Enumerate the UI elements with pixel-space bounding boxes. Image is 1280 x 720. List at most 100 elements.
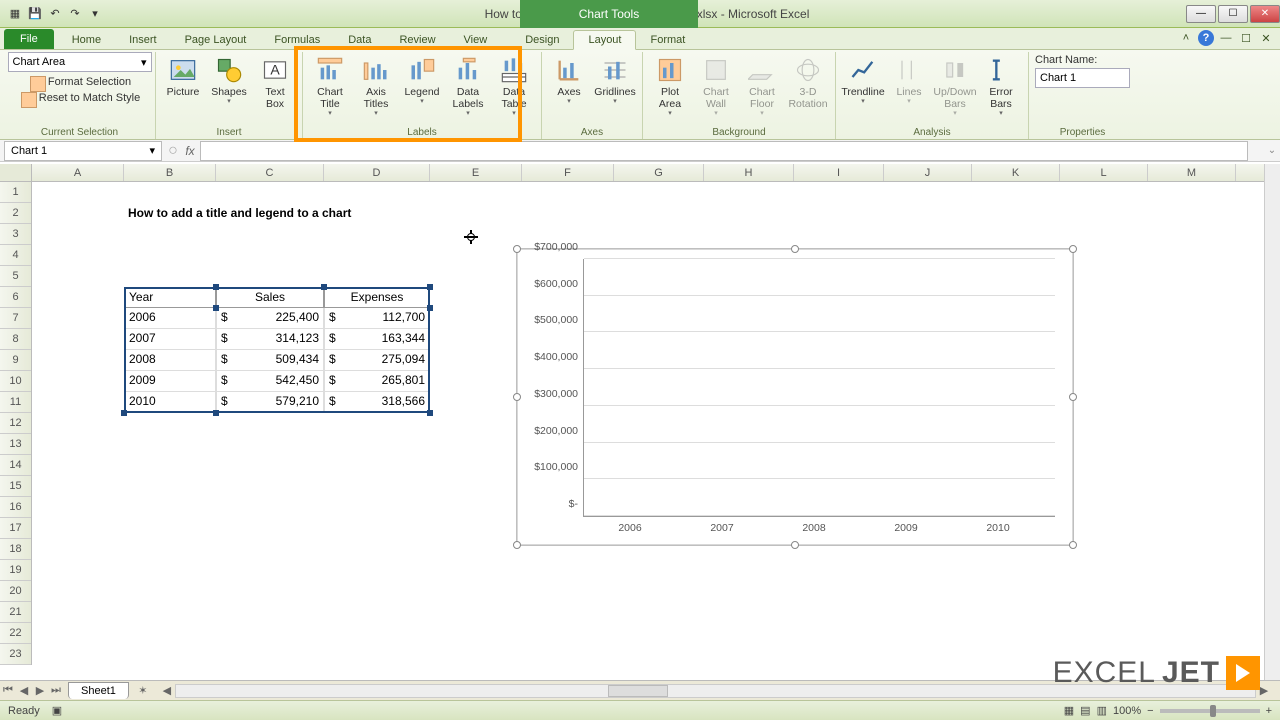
row-header[interactable]: 13 [0, 434, 31, 455]
row-header[interactable]: 9 [0, 350, 31, 371]
tab-design[interactable]: Design [511, 31, 573, 49]
help-icon[interactable]: ? [1198, 30, 1214, 46]
row-header[interactable]: 7 [0, 308, 31, 329]
column-header[interactable]: G [614, 164, 704, 181]
macro-record-icon[interactable]: ▣ [52, 704, 62, 717]
row-header[interactable]: 18 [0, 539, 31, 560]
cells[interactable]: How to add a title and legend to a chart… [32, 182, 1264, 680]
column-headers[interactable]: ABCDEFGHIJKLM [32, 164, 1264, 182]
tab-file[interactable]: File [4, 29, 54, 49]
next-sheet-icon[interactable]: ▶ [32, 684, 48, 697]
shapes-button[interactable]: Shapes▾ [208, 54, 250, 108]
last-sheet-icon[interactable]: ⏭ [48, 684, 64, 697]
tab-data[interactable]: Data [334, 31, 385, 49]
vertical-scrollbar[interactable] [1264, 164, 1280, 680]
save-icon[interactable]: 💾 [26, 5, 44, 23]
row-header[interactable]: 8 [0, 329, 31, 350]
gridlines-button[interactable]: Gridlines▾ [594, 54, 636, 108]
chart-title-button[interactable]: Chart Title▾ [309, 54, 351, 120]
column-header[interactable]: E [430, 164, 522, 181]
column-header[interactable]: L [1060, 164, 1148, 181]
workbook-minimize-icon[interactable]: — [1218, 30, 1234, 46]
column-header[interactable]: J [884, 164, 972, 181]
picture-button[interactable]: Picture [162, 54, 204, 100]
row-header[interactable]: 10 [0, 371, 31, 392]
chart-floor-button[interactable]: Chart Floor▾ [741, 54, 783, 120]
expand-formula-bar-icon[interactable]: ⌄ [1264, 145, 1280, 156]
view-normal-icon[interactable]: ▦ [1064, 704, 1074, 717]
column-header[interactable]: F [522, 164, 614, 181]
row-header[interactable]: 12 [0, 413, 31, 434]
tab-insert[interactable]: Insert [115, 31, 171, 49]
column-header[interactable]: I [794, 164, 884, 181]
column-header[interactable]: M [1148, 164, 1236, 181]
chart-element-selector[interactable]: Chart Area▾ [8, 52, 152, 72]
data-labels-button[interactable]: Data Labels▾ [447, 54, 489, 120]
tab-layout[interactable]: Layout [573, 30, 636, 50]
excel-icon[interactable]: ▦ [6, 5, 24, 23]
new-sheet-icon[interactable]: ✶ [135, 684, 151, 697]
tab-page-layout[interactable]: Page Layout [171, 31, 261, 49]
close-button[interactable]: ✕ [1250, 5, 1280, 23]
zoom-level[interactable]: 100% [1113, 705, 1141, 717]
lines-button[interactable]: Lines▾ [888, 54, 930, 108]
column-header[interactable]: K [972, 164, 1060, 181]
fx-icon[interactable]: fx [180, 144, 200, 158]
prev-sheet-icon[interactable]: ◀ [16, 684, 32, 697]
sheet-tab[interactable]: Sheet1 [68, 682, 129, 699]
column-header[interactable]: C [216, 164, 324, 181]
row-header[interactable]: 22 [0, 623, 31, 644]
column-header[interactable]: D [324, 164, 430, 181]
first-sheet-icon[interactable]: ⏮ [0, 684, 16, 697]
data-table-button[interactable]: Data Table▾ [493, 54, 535, 120]
row-header[interactable]: 11 [0, 392, 31, 413]
row-header[interactable]: 21 [0, 602, 31, 623]
redo-icon[interactable]: ↷ [66, 5, 84, 23]
undo-icon[interactable]: ↶ [46, 5, 64, 23]
row-header[interactable]: 20 [0, 581, 31, 602]
error-bars-button[interactable]: Error Bars▾ [980, 54, 1022, 120]
row-header[interactable]: 3 [0, 224, 31, 245]
view-pagebreak-icon[interactable]: ▥ [1097, 704, 1107, 717]
workbook-close-icon[interactable]: ✕ [1258, 30, 1274, 46]
tab-view[interactable]: View [450, 31, 502, 49]
row-header[interactable]: 2 [0, 203, 31, 224]
column-header[interactable]: H [704, 164, 794, 181]
tab-review[interactable]: Review [385, 31, 449, 49]
row-header[interactable]: 16 [0, 497, 31, 518]
row-header[interactable]: 6 [0, 287, 31, 308]
name-box[interactable]: Chart 1▾ [4, 141, 162, 161]
plot-area-button[interactable]: Plot Area▾ [649, 54, 691, 120]
row-header[interactable]: 23 [0, 644, 31, 665]
workbook-restore-icon[interactable]: ☐ [1238, 30, 1254, 46]
legend-button[interactable]: Legend▾ [401, 54, 443, 108]
updown-bars-button[interactable]: Up/Down Bars▾ [934, 54, 976, 120]
axes-button[interactable]: Axes▾ [548, 54, 590, 108]
text-box-button[interactable]: AText Box [254, 54, 296, 112]
row-header[interactable]: 15 [0, 476, 31, 497]
worksheet-grid[interactable]: ABCDEFGHIJKLM 12345678910111213141516171… [0, 164, 1280, 680]
column-header[interactable]: A [32, 164, 124, 181]
minimize-ribbon-icon[interactable]: ˄ [1178, 30, 1194, 46]
select-all-corner[interactable] [0, 164, 32, 182]
tab-formulas[interactable]: Formulas [260, 31, 334, 49]
minimize-button[interactable]: — [1186, 5, 1216, 23]
chart-plot-area[interactable]: $-$100,000$200,000$300,000$400,000$500,0… [583, 259, 1055, 517]
qat-dropdown-icon[interactable]: ▾ [86, 5, 104, 23]
row-headers[interactable]: 1234567891011121314151617181920212223 [0, 182, 32, 665]
embedded-chart[interactable]: $-$100,000$200,000$300,000$400,000$500,0… [516, 248, 1074, 546]
row-header[interactable]: 4 [0, 245, 31, 266]
chart-wall-button[interactable]: Chart Wall▾ [695, 54, 737, 120]
column-header[interactable]: B [124, 164, 216, 181]
maximize-button[interactable]: ☐ [1218, 5, 1248, 23]
zoom-slider[interactable] [1160, 709, 1260, 713]
row-header[interactable]: 17 [0, 518, 31, 539]
reset-to-match-style-button[interactable]: Reset to Match Style [19, 90, 141, 106]
3d-rotation-button[interactable]: 3-D Rotation [787, 54, 829, 112]
trendline-button[interactable]: Trendline▾ [842, 54, 884, 108]
zoom-in-icon[interactable]: + [1266, 705, 1272, 717]
view-layout-icon[interactable]: ▤ [1080, 704, 1090, 717]
row-header[interactable]: 19 [0, 560, 31, 581]
row-header[interactable]: 1 [0, 182, 31, 203]
chart-name-input[interactable]: Chart 1 [1035, 68, 1130, 88]
